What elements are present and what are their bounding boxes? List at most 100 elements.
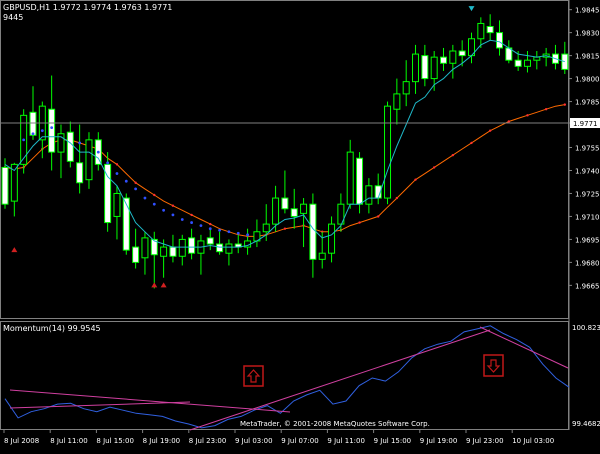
bull-candle: [178, 238, 186, 257]
bull-candle: [272, 197, 280, 225]
price-chart-svg[interactable]: 1.9845 1.9830 1.9815 1.9800 1.9785 1.9771 1.97…: [0, 0, 600, 450]
bull-candle: [113, 192, 121, 217]
ma-slow-dot: [451, 153, 455, 157]
buy-signal-box: [243, 365, 264, 387]
ma-slow-dot: [209, 222, 212, 226]
momentum-tick-top: 100.8236: [572, 324, 600, 332]
momentum-line: [4, 325, 570, 429]
sar-dot: [31, 132, 35, 136]
bear-candle: [216, 243, 224, 253]
price-tick-label: 1.9710: [575, 213, 600, 221]
ma-slow-dot: [190, 213, 193, 217]
sell-arrow-icon: [468, 6, 475, 12]
sar-dot: [96, 150, 100, 154]
time-tick-label: 9 Jul 15:00: [374, 437, 412, 445]
time-tick-label: 8 Jul 15:00: [96, 437, 134, 445]
bear-candle: [122, 197, 130, 251]
current-price-label: 1.9771: [573, 120, 598, 128]
bull-candle: [384, 105, 392, 199]
time-tick-label: 8 Jul 23:00: [189, 437, 227, 445]
sar-dot: [199, 224, 203, 228]
ma-slow-dot: [470, 141, 473, 145]
sar-dot: [22, 138, 26, 142]
sar-dot: [115, 172, 119, 175]
price-tick-label: 1.9755: [575, 145, 600, 153]
sar-dot: [171, 213, 175, 217]
sar-dot: [190, 221, 194, 224]
sar-dot: [124, 179, 128, 183]
trendline: [9, 389, 291, 413]
ma-slow-dot: [507, 120, 511, 123]
bear-candle: [66, 131, 74, 162]
time-tick-label: 9 Jul 23:00: [466, 437, 504, 445]
bear-candle: [1, 166, 9, 205]
ma-slow-dot: [414, 178, 417, 181]
bear-candle: [29, 111, 37, 136]
sar-dot: [134, 187, 138, 191]
bull-candle: [412, 53, 420, 83]
bull-candle: [160, 246, 168, 257]
sar-dot: [227, 230, 231, 234]
bear-candle: [309, 203, 317, 260]
copyright-text: MetaTrader, © 2001-2008 MetaQuotes Softw…: [240, 420, 430, 428]
bear-candle: [458, 50, 466, 57]
ma-slow-dot: [563, 103, 566, 106]
sar-dot: [162, 208, 166, 212]
indicator-title: Momentum(14) 99.9545: [3, 324, 101, 333]
time-tick-label: 8 Jul 11:00: [50, 437, 88, 445]
bull-candle: [430, 56, 438, 80]
bull-candle: [300, 203, 308, 214]
sar-dot: [40, 129, 44, 133]
sar-dot: [152, 202, 156, 206]
bear-candle: [188, 237, 196, 254]
bear-candle: [421, 55, 429, 80]
bear-candle: [495, 32, 503, 49]
bull-candle: [225, 243, 233, 254]
bear-candle: [356, 157, 364, 205]
ma-slow-dot: [432, 166, 436, 169]
bull-candle: [85, 139, 93, 181]
bear-candle: [514, 59, 522, 67]
trendline: [9, 401, 191, 409]
bull-candle: [346, 151, 354, 205]
ma-slow-dot: [115, 163, 119, 166]
price-tick-label: 1.9785: [575, 99, 600, 107]
sell-signal-box: [483, 354, 504, 377]
price-tick-label: 1.9680: [575, 259, 600, 267]
sar-dot: [236, 231, 240, 235]
bear-candle: [561, 53, 569, 70]
price-tick-label: 1.9830: [575, 30, 600, 38]
ma-slow-dot: [171, 204, 175, 207]
chart-header-line2: 9445: [3, 13, 23, 22]
buy-arrow-icon: [160, 282, 167, 288]
price-tick-label: 1.9845: [575, 7, 600, 15]
time-tick-label: 8 Jul 19:00: [143, 437, 181, 445]
time-tick-label: 9 Jul 03:00: [235, 437, 273, 445]
bull-candle: [365, 185, 373, 205]
ma-slow-dot: [526, 114, 529, 117]
trendline: [189, 329, 491, 431]
price-tick-label: 1.9725: [575, 190, 600, 198]
ma-slow-dot: [377, 215, 380, 218]
bull-candle: [318, 252, 326, 260]
bull-candle: [141, 237, 149, 259]
time-tick-label: 9 Jul 07:00: [281, 437, 319, 445]
bull-candle: [523, 59, 531, 67]
sar-dot: [180, 218, 184, 221]
price-tick-label: 1.9695: [575, 236, 600, 244]
sar-dot: [208, 227, 212, 231]
bear-candle: [132, 246, 140, 263]
ma-slow-dot: [488, 129, 492, 132]
bear-candle: [206, 237, 214, 245]
bull-candle: [328, 223, 336, 254]
sar-dot: [106, 161, 110, 165]
time-tick-label: 10 Jul 03:00: [512, 437, 554, 445]
price-tick-label: 1.9815: [575, 53, 600, 61]
time-tick-label: 8 Jul 2008: [4, 437, 39, 445]
bear-candle: [76, 162, 84, 184]
metatrader-chart-window: 1.9845 1.9830 1.9815 1.9800 1.9785 1.9771 1.97…: [0, 0, 600, 450]
bull-candle: [262, 223, 270, 233]
ma-slow-dot: [134, 181, 137, 184]
bear-candle: [486, 26, 494, 34]
bear-candle: [169, 246, 177, 257]
